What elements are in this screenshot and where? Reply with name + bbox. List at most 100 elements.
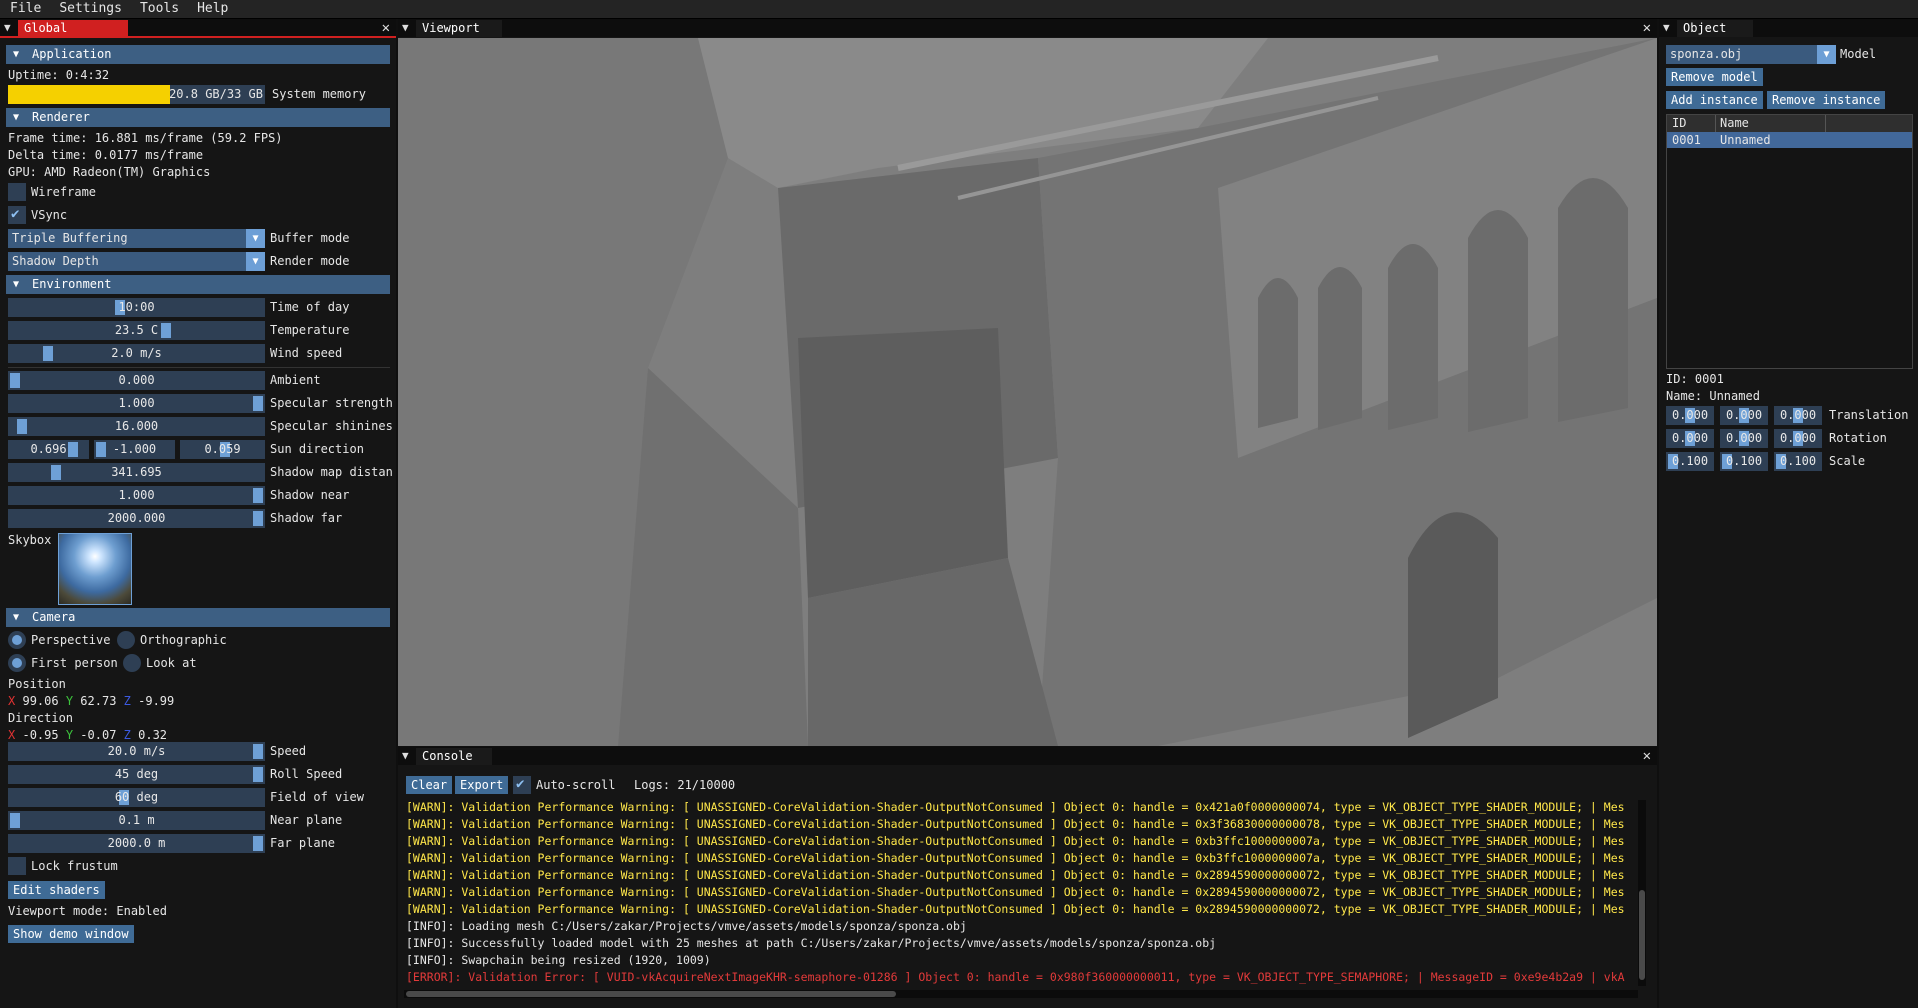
section-label: Environment [32,277,112,291]
orthographic-radio[interactable] [117,631,135,649]
scrollbar-thumb[interactable] [1639,890,1645,980]
collapse-icon[interactable]: ▼ [402,21,409,34]
console-hscrollbar[interactable] [404,990,1638,998]
menu-settings[interactable]: Settings [49,0,130,18]
log-line: [WARN]: Validation Performance Warning: … [406,817,1625,831]
menu-tools[interactable]: Tools [130,0,187,18]
close-icon[interactable]: ✕ [382,19,390,37]
table-header-id[interactable]: ID [1672,116,1686,130]
collapse-icon[interactable]: ▼ [4,21,11,34]
rotation-y-slider[interactable]: 0.000 [1720,429,1768,448]
console-log-area[interactable]: [WARN]: Validation Performance Warning: … [404,800,1638,986]
render-mode-select[interactable]: Shadow Depth ▼ [8,252,265,271]
scale-z-slider[interactable]: 0.100 [1774,452,1822,471]
slider-value: 2.0 m/s [111,346,162,360]
edit-shaders-button[interactable]: Edit shaders [8,881,105,899]
sun-direction-y-slider[interactable]: -1.000 [94,440,175,459]
slider-value: 2000.000 [107,511,166,525]
scrollbar-thumb[interactable] [406,991,896,997]
sun-direction-z-slider[interactable]: 0.059 [180,440,265,459]
close-icon[interactable]: ✕ [1643,747,1651,765]
temperature-slider[interactable]: 23.5 C [8,321,265,340]
translation-z-slider[interactable]: 0.000 [1774,406,1822,425]
rotation-z-slider[interactable]: 0.000 [1774,429,1822,448]
wireframe-checkbox[interactable] [8,183,26,201]
console-clear-button[interactable]: Clear [406,776,453,794]
buffer-mode-select[interactable]: Triple Buffering ▼ [8,229,265,248]
time-of-day-slider[interactable]: 10:00 [8,298,265,317]
shadow-map-distance-slider[interactable]: 341.695 [8,463,265,482]
section-application[interactable]: ▼ Application [6,45,390,64]
time-of-day-label: Time of day [270,300,350,314]
section-camera[interactable]: ▼ Camera [6,608,390,627]
close-icon[interactable]: ✕ [1643,19,1651,37]
slider-value: 0.000 [1671,431,1709,445]
speed-slider[interactable]: 20.0 m/s [8,742,265,761]
remove-model-button[interactable]: Remove model [1666,68,1763,86]
scale-x-slider[interactable]: 0.100 [1666,452,1714,471]
collapse-arrow-icon: ▼ [13,112,20,123]
slider-value: 0.100 [1671,454,1709,468]
roll-speed-slider[interactable]: 45 deg [8,765,265,784]
render-mode-label: Render mode [270,254,350,268]
menu-help[interactable]: Help [187,0,236,18]
translation-x-slider[interactable]: 0.000 [1666,406,1714,425]
column-divider [1715,115,1716,132]
fov-slider[interactable]: 60 deg [8,788,265,807]
tab-object[interactable]: Object [1677,20,1753,37]
viewport-scene[interactable] [398,38,1657,746]
section-renderer[interactable]: ▼ Renderer [6,108,390,127]
first-person-radio[interactable] [8,654,26,672]
look-at-radio[interactable] [123,654,141,672]
collapse-arrow-icon: ▼ [13,612,20,623]
collapse-icon[interactable]: ▼ [402,749,409,762]
slider-value: 341.695 [111,465,162,479]
scale-y-slider[interactable]: 0.100 [1720,452,1768,471]
add-instance-button[interactable]: Add instance [1666,91,1763,109]
ambient-slider[interactable]: 0.000 [8,371,265,390]
model-select[interactable]: sponza.obj ▼ [1666,45,1836,64]
specular-shininess-slider[interactable]: 16.000 [8,417,265,436]
vsync-checkbox[interactable]: ✔ [8,206,26,224]
shadow-far-slider[interactable]: 2000.000 [8,509,265,528]
tab-global[interactable]: Global [18,20,128,37]
slider-value: 0.100 [1725,454,1763,468]
table-row[interactable]: 0001 Unnamed [1667,132,1912,148]
skybox-thumbnail[interactable] [58,533,132,605]
collapse-icon[interactable]: ▼ [1663,21,1670,34]
gpu-text: GPU: AMD Radeon(TM) Graphics [8,165,211,179]
console-vscrollbar[interactable] [1638,800,1646,986]
position-y: 62.73 [80,694,117,708]
orthographic-label: Orthographic [140,633,227,647]
show-demo-window-button[interactable]: Show demo window [8,925,134,943]
table-header-name[interactable]: Name [1720,116,1749,130]
near-plane-slider[interactable]: 0.1 m [8,811,265,830]
tab-viewport[interactable]: Viewport [416,20,502,37]
wind-speed-label: Wind speed [270,346,343,360]
chevron-down-icon: ▼ [246,252,265,271]
shadow-near-slider[interactable]: 1.000 [8,486,265,505]
buffer-mode-label: Buffer mode [270,231,350,245]
menu-file[interactable]: File [0,0,49,18]
autoscroll-checkbox[interactable]: ✔ [513,776,531,794]
global-titlebar: ▼ Global ✕ [0,19,396,38]
wind-speed-slider[interactable]: 2.0 m/s [8,344,265,363]
far-plane-slider[interactable]: 2000.0 m [8,834,265,853]
menu-bar: File Settings Tools Help [0,0,1918,19]
translation-y-slider[interactable]: 0.000 [1720,406,1768,425]
rotation-x-slider[interactable]: 0.000 [1666,429,1714,448]
perspective-label: Perspective [31,633,111,647]
sun-direction-x-slider[interactable]: 0.696 [8,440,89,459]
memory-label: System memory [272,87,366,101]
section-environment[interactable]: ▼ Environment [6,275,390,294]
log-line: [WARN]: Validation Performance Warning: … [406,851,1625,865]
specular-strength-slider[interactable]: 1.000 [8,394,265,413]
tab-console[interactable]: Console [416,748,492,765]
lock-frustum-checkbox[interactable] [8,857,26,875]
console-export-button[interactable]: Export [455,776,509,794]
direction-y: -0.07 [80,728,117,742]
specular-shininess-label: Specular shininess [270,419,394,433]
perspective-radio[interactable] [8,631,26,649]
model-value: sponza.obj [1670,47,1743,61]
remove-instance-button[interactable]: Remove instance [1767,91,1886,109]
